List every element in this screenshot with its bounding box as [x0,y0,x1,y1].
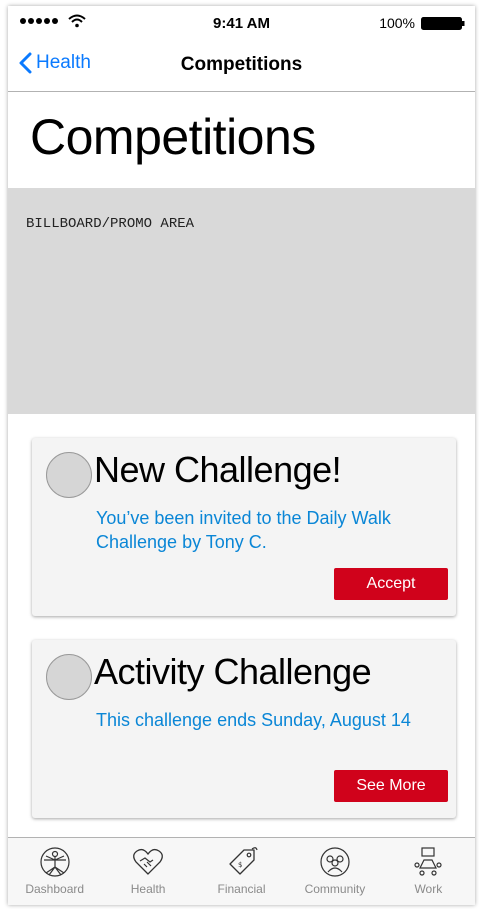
card-title: Activity Challenge [94,651,372,692]
tab-label: Dashboard [25,882,85,896]
avatar [46,452,92,498]
card-description: This challenge ends Sunday, August 14 [96,710,411,730]
price-tag-icon: $ [228,847,258,875]
tab-work[interactable]: Work [382,838,475,905]
accept-button[interactable]: Accept [334,568,448,600]
card-description: You’ve been invited to the Daily Walk Ch… [96,508,391,552]
phone-screen: 9:41 AM 100% Health Competitions Competi… [8,6,475,905]
svg-text:$: $ [238,861,242,869]
nav-title: Competitions [180,54,303,75]
people-circle-icon [320,847,350,877]
avatar [46,654,92,700]
tab-financial[interactable]: $ Financial [195,838,288,905]
status-bar: 9:41 AM 100% [8,6,475,40]
see-more-button[interactable]: See More [334,770,448,802]
tab-health[interactable]: Health [101,838,194,905]
tab-dashboard[interactable]: Dashboard [8,838,101,905]
tab-label: Health [130,882,166,896]
heart-handshake-icon [133,848,164,875]
tab-label: Work [414,882,443,896]
billboard-label: BILLBOARD/PROMO AREA [26,216,195,232]
card-title: New Challenge! [94,449,342,490]
challenge-card-new: New Challenge! You’ve been invited to th… [32,438,456,616]
page-title: Competitions [30,109,316,165]
tab-bar: Dashboard Health $ Financial Community W… [8,837,475,905]
challenge-card-activity: Activity Challenge This challenge ends S… [32,640,456,818]
navigation-bar: Health Competitions [8,40,475,92]
meeting-table-icon [414,847,442,876]
tab-label: Financial [217,882,266,896]
battery-icon [421,17,465,30]
tab-community[interactable]: Community [288,838,381,905]
vitruvian-man-icon [40,847,70,877]
billboard-promo-area[interactable]: BILLBOARD/PROMO AREA [8,188,475,414]
battery-percent: 100% [379,15,415,31]
tab-label: Community [304,882,366,896]
